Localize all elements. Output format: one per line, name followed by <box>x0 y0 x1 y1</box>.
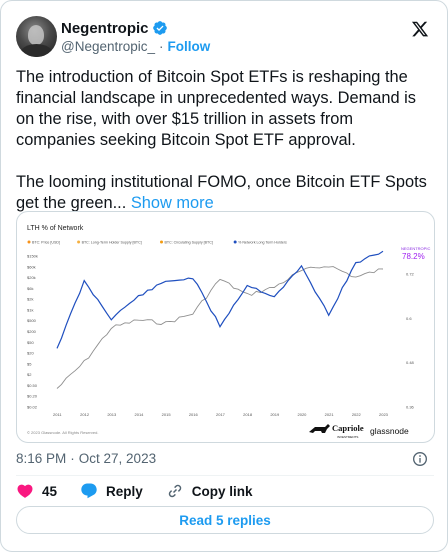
heart-icon <box>17 484 33 498</box>
left-tick-label: $2k <box>27 297 33 302</box>
x-tick-label: 2023 <box>379 412 389 417</box>
glassnode-brand: glassnode <box>370 426 409 436</box>
reply-icon <box>81 483 97 499</box>
right-tick-label: 0.48 <box>406 360 415 365</box>
left-tick-label: $150k <box>27 254 38 259</box>
follow-button[interactable]: Follow <box>168 39 211 54</box>
legend-swatch <box>77 240 81 244</box>
x-tick-label: 2022 <box>352 412 362 417</box>
x-tick-label: 2018 <box>243 412 253 417</box>
x-tick-label: 2020 <box>298 412 308 417</box>
bull-icon <box>309 424 330 433</box>
copy-link-label: Copy link <box>191 483 253 499</box>
right-tick-label: 0.72 <box>406 272 415 277</box>
like-count: 45 <box>42 483 58 499</box>
lth-line <box>56 250 384 349</box>
left-tick-label: $6k <box>27 286 33 291</box>
chart-legend: BTC: Price [USD] BTC: Long-Term Holder Su… <box>27 240 287 245</box>
chart-left-axis: $150k $60k $20k $6k $2k $1k $500 $200 $50 $20 $5 $2… <box>27 254 38 410</box>
author-handle-row: @Negentropic_ · Follow <box>61 39 210 54</box>
tweet-paragraph-2-text: The looming institutional FOMO, once Bit… <box>16 173 427 212</box>
read-replies-button[interactable]: Read 5 replies <box>16 506 434 534</box>
x-tick-label: 2014 <box>135 412 145 417</box>
legend-label: BTC: Circulating Supply [BTC] <box>165 241 213 245</box>
left-tick-label: $20k <box>27 275 36 280</box>
reply-button[interactable]: Reply <box>80 482 143 500</box>
tweet-paragraph-1: The introduction of Bitcoin Spot ETFs is… <box>16 68 416 149</box>
left-tick-label: $200 <box>27 329 37 334</box>
capriole-brand-sub: INVESTMENTS <box>337 435 358 439</box>
left-tick-label: $2 <box>27 372 32 377</box>
legend-label: BTC: Price [USD] <box>32 241 60 245</box>
action-bar: 45 Reply Copy link <box>16 480 276 502</box>
left-tick-label: $0.02 <box>27 405 38 410</box>
link-icon <box>168 484 182 498</box>
x-tick-label: 2015 <box>162 412 172 417</box>
legend-label: BTC: Long-Term Holder Supply [BTC] <box>82 241 142 245</box>
chart-right-axis: 0.72 0.6 0.48 0.36 <box>406 272 415 410</box>
legend-swatch <box>233 240 237 244</box>
time-separator: · <box>70 451 75 466</box>
left-tick-label: $0.50 <box>27 383 38 388</box>
like-button[interactable]: 45 <box>16 482 57 500</box>
verified-badge-icon <box>152 21 167 35</box>
left-tick-label: $20 <box>27 351 34 356</box>
chart-title: LTH % of Network <box>27 225 84 232</box>
left-tick-label: $50 <box>27 340 34 345</box>
x-logo-icon[interactable] <box>411 20 429 38</box>
reply-label: Reply <box>106 483 143 499</box>
right-tick-label: 0.36 <box>406 405 415 410</box>
legend-swatch <box>27 240 31 244</box>
avatar-shoulders <box>20 44 53 57</box>
tweet-card: Negentropic @Negentropic_ · Follow The i… <box>0 0 448 552</box>
chart: LTH % of Network BTC: Price [USD] BTC: Lo… <box>27 225 430 439</box>
legend-swatch <box>160 240 163 244</box>
tweet-media[interactable]: LTH % of Network BTC: Price [USD] BTC: Lo… <box>16 211 435 443</box>
author-display-name[interactable]: Negentropic <box>61 20 149 37</box>
x-tick-label: 2011 <box>53 412 62 417</box>
handle-separator: · <box>159 39 164 54</box>
left-tick-label: $1k <box>27 307 33 312</box>
avatar-face <box>28 25 44 45</box>
capriole-brand: Capriole <box>332 423 364 433</box>
author-handle[interactable]: @Negentropic_ <box>61 39 155 54</box>
capriole-logo: Capriole INVESTMENTS <box>309 423 364 439</box>
left-tick-label: $60k <box>27 264 36 269</box>
tweet-text: The introduction of Bitcoin Spot ETFs is… <box>16 67 436 214</box>
tweet-timestamp[interactable]: 8:16 PM · Oct 27, 2023 <box>16 451 156 466</box>
right-tick-label: 0.6 <box>406 316 412 321</box>
info-icon[interactable] <box>412 451 428 467</box>
x-tick-label: 2019 <box>270 412 280 417</box>
author-name-row: Negentropic <box>61 18 168 38</box>
legend-label: % Network Long Term Holders <box>238 241 287 245</box>
left-tick-label: $5 <box>27 361 32 366</box>
divider <box>16 475 434 476</box>
show-more-link[interactable]: Show more <box>131 194 214 212</box>
copyright-text: © 2023 Glassnode. All Rights Reserved. <box>27 430 98 435</box>
copy-link-button[interactable]: Copy link <box>166 482 253 500</box>
left-tick-label: $500 <box>27 318 37 323</box>
x-tick-label: 2021 <box>325 412 335 417</box>
avatar[interactable] <box>16 16 57 57</box>
tweet-time: 8:16 PM <box>16 451 67 466</box>
x-tick-label: 2017 <box>216 412 226 417</box>
chart-x-axis: 2011 2012 2013 2014 2015 2016 2017 2018 2019 2020… <box>53 412 389 417</box>
current-value-label: NEGENTROPIC <box>401 246 430 251</box>
current-value: 78.2% <box>402 252 425 261</box>
x-tick-label: 2016 <box>189 412 199 417</box>
tweet-date: Oct 27, 2023 <box>78 451 157 466</box>
left-tick-label: $0.20 <box>27 394 38 399</box>
x-tick-label: 2013 <box>107 412 117 417</box>
x-tick-label: 2012 <box>80 412 90 417</box>
tweet-paragraph-2: The looming institutional FOMO, once Bit… <box>16 172 436 214</box>
